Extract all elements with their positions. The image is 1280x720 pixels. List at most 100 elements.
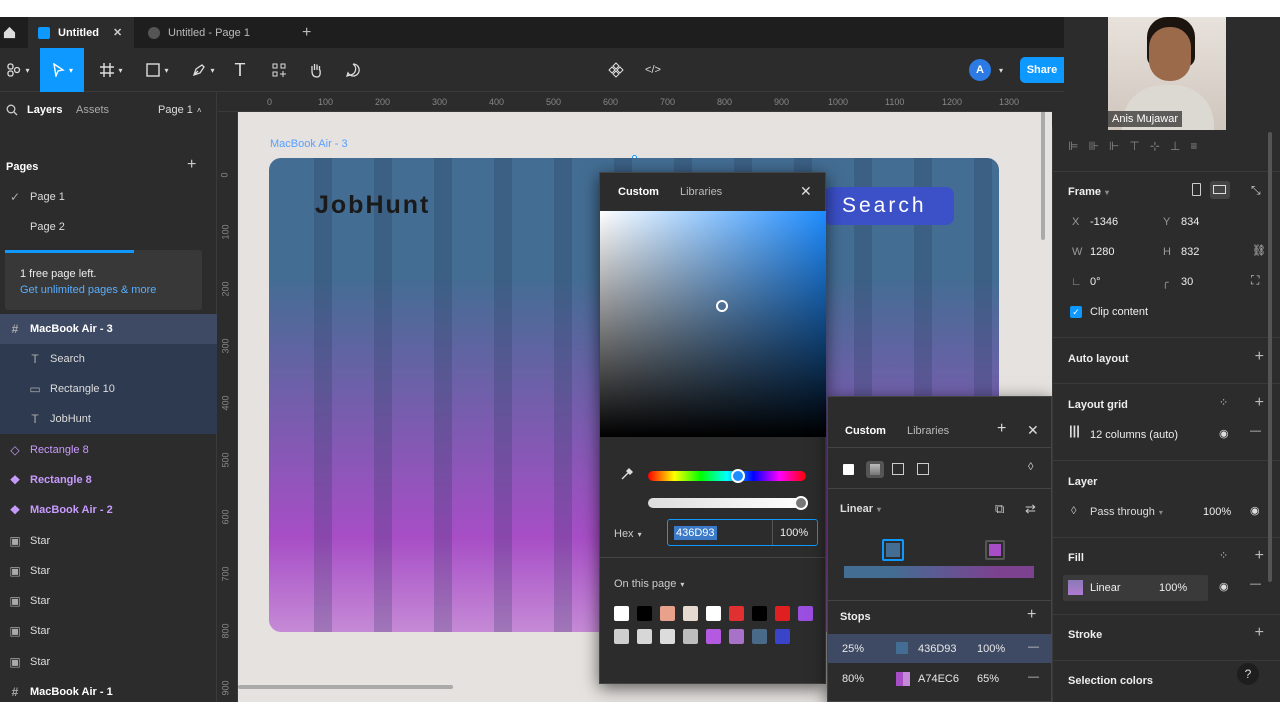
- color-swatch[interactable]: [637, 606, 652, 621]
- add-stop-icon[interactable]: +: [1027, 606, 1036, 624]
- eye-icon[interactable]: ◉: [1219, 427, 1229, 440]
- new-tab-icon[interactable]: +: [292, 17, 320, 48]
- remove-stop-icon[interactable]: —: [1028, 671, 1039, 683]
- flip-gradient-icon[interactable]: ⇄: [1025, 501, 1036, 517]
- video-fill-icon[interactable]: [917, 463, 929, 475]
- resize-to-fit-icon[interactable]: ⤡: [1251, 183, 1261, 198]
- color-swatch[interactable]: [706, 606, 721, 621]
- help-icon[interactable]: ?: [1237, 663, 1259, 685]
- landscape-icon-button[interactable]: [1210, 181, 1230, 199]
- close-icon[interactable]: ✕: [800, 183, 812, 200]
- opacity-slider[interactable]: [648, 496, 808, 510]
- layer-star[interactable]: ▣ Star: [0, 526, 217, 556]
- gradient-type-select[interactable]: Linear ▾: [840, 503, 881, 515]
- gradient-preview-bar[interactable]: [844, 566, 1034, 578]
- format-select[interactable]: Hex ▾: [614, 528, 642, 540]
- hue-slider[interactable]: [648, 469, 806, 483]
- comment-tool-icon[interactable]: [340, 48, 366, 92]
- stop-opacity[interactable]: 65%: [977, 673, 999, 685]
- rotation-input[interactable]: 0°: [1090, 276, 1101, 288]
- tab-layers[interactable]: Layers: [27, 104, 62, 116]
- avatar-chevron-down-icon[interactable]: ▾: [994, 48, 1008, 92]
- layer-macbook-air-3[interactable]: # MacBook Air - 3: [0, 314, 217, 344]
- color-swatch[interactable]: [660, 629, 675, 644]
- tab-custom[interactable]: Custom: [618, 186, 659, 198]
- frame-preset-select[interactable]: Frame ▾: [1068, 186, 1109, 198]
- remove-fill-icon[interactable]: —: [1250, 578, 1261, 590]
- align-middle-icon[interactable]: ⊹: [1150, 139, 1170, 153]
- align-toolbar[interactable]: ⊫⊪⊩⊤⊹⊥≡: [1068, 139, 1207, 153]
- pen-tool-icon[interactable]: ▾: [184, 48, 222, 92]
- blend-mode-select[interactable]: Pass through ▾: [1090, 506, 1163, 518]
- hand-tool-icon[interactable]: [303, 48, 329, 92]
- properties-scrollbar[interactable]: [1268, 132, 1272, 582]
- color-swatch[interactable]: [798, 606, 813, 621]
- eye-icon[interactable]: ◉: [1219, 580, 1229, 593]
- hex-input-group[interactable]: 436D93 100%: [667, 519, 818, 546]
- layer-rectangle-10[interactable]: ▭ Rectangle 10: [0, 374, 217, 404]
- align-center-icon[interactable]: ⊪: [1088, 139, 1108, 153]
- layer-macbook-air-1[interactable]: # MacBook Air - 1: [0, 677, 217, 702]
- layer-star[interactable]: ▣ Star: [0, 586, 217, 616]
- color-swatch[interactable]: [614, 629, 629, 644]
- tab-untitled-page-1[interactable]: Untitled - Page 1: [138, 17, 288, 48]
- rectangle-tool-icon[interactable]: ▾: [138, 48, 176, 92]
- remove-stop-icon[interactable]: —: [1028, 641, 1039, 653]
- page-item-page-2[interactable]: Page 2: [0, 212, 217, 242]
- color-swatch[interactable]: [752, 629, 767, 644]
- tab-custom[interactable]: Custom: [845, 425, 886, 437]
- tab-libraries[interactable]: Libraries: [907, 425, 949, 437]
- layer-star[interactable]: ▣ Star: [0, 647, 217, 677]
- independent-corners-icon[interactable]: ⛶: [1251, 273, 1259, 288]
- align-top-icon[interactable]: ⊤: [1129, 139, 1149, 153]
- layer-star[interactable]: ▣ Star: [0, 616, 217, 646]
- add-auto-layout-icon[interactable]: +: [1255, 348, 1264, 366]
- layer-macbook-air-2[interactable]: ❖ MacBook Air - 2: [0, 495, 217, 525]
- hex-value-input[interactable]: 436D93: [674, 526, 717, 540]
- tab-assets[interactable]: Assets: [76, 104, 109, 116]
- gradient-stop-80-handle[interactable]: [985, 540, 1005, 560]
- color-swatch[interactable]: [775, 629, 790, 644]
- page-item-page-1[interactable]: ✓ Page 1: [0, 182, 217, 212]
- color-swatch[interactable]: [660, 606, 675, 621]
- horizontal-scrollbar[interactable]: [238, 685, 453, 689]
- stop-row[interactable]: 25% 436D93 100% —: [828, 634, 1052, 663]
- move-tool-icon[interactable]: ▾: [40, 48, 84, 92]
- saturation-handle[interactable]: [716, 300, 728, 312]
- page-selector[interactable]: Page 1 ˄: [158, 104, 202, 116]
- stop-swatch[interactable]: [896, 672, 910, 686]
- tab-untitled[interactable]: Untitled ✕: [28, 17, 134, 48]
- share-button[interactable]: Share: [1020, 57, 1064, 83]
- fill-opacity-input[interactable]: 100%: [1159, 582, 1187, 594]
- fill-swatch[interactable]: [1068, 580, 1083, 595]
- frame-tool-icon[interactable]: ▾: [92, 48, 130, 92]
- align-bottom-icon[interactable]: ⊥: [1170, 139, 1190, 153]
- jobhunt-logo-text[interactable]: JobHunt: [315, 191, 430, 220]
- resources-tool-icon[interactable]: [266, 48, 292, 92]
- add-layout-grid-icon[interactable]: +: [1255, 394, 1264, 412]
- constrain-proportions-icon[interactable]: ⛓: [1252, 244, 1266, 257]
- gradient-fill-icon[interactable]: [866, 461, 884, 478]
- grid-value[interactable]: 12 columns (auto): [1090, 429, 1178, 441]
- portrait-icon[interactable]: [1192, 183, 1201, 196]
- add-fill-icon[interactable]: +: [1255, 547, 1264, 565]
- clip-content-checkbox[interactable]: ✓: [1070, 306, 1082, 318]
- rotate-gradient-icon[interactable]: ⧉: [995, 501, 1004, 517]
- stop-hex[interactable]: 436D93: [918, 643, 957, 655]
- layer-opacity-input[interactable]: 100%: [1203, 506, 1231, 518]
- eye-icon[interactable]: ◉: [1250, 504, 1260, 517]
- frame-label[interactable]: MacBook Air - 3: [270, 138, 348, 150]
- color-swatch[interactable]: [637, 629, 652, 644]
- color-swatch[interactable]: [706, 629, 721, 644]
- close-icon[interactable]: ✕: [1027, 422, 1039, 439]
- stop-row[interactable]: 80% A74EC6 65% —: [828, 664, 1052, 694]
- main-menu-icon[interactable]: ▾: [0, 48, 36, 92]
- grid-styles-icon[interactable]: ⁘: [1219, 396, 1228, 409]
- solid-fill-icon[interactable]: [843, 464, 854, 475]
- opacity-value-input[interactable]: 100%: [780, 527, 808, 539]
- search-icon[interactable]: [6, 104, 18, 119]
- add-page-icon[interactable]: +: [187, 156, 196, 174]
- text-tool-icon[interactable]: T: [228, 48, 252, 92]
- columns-grid-icon[interactable]: |||: [1069, 423, 1080, 438]
- opacity-handle[interactable]: [794, 496, 808, 510]
